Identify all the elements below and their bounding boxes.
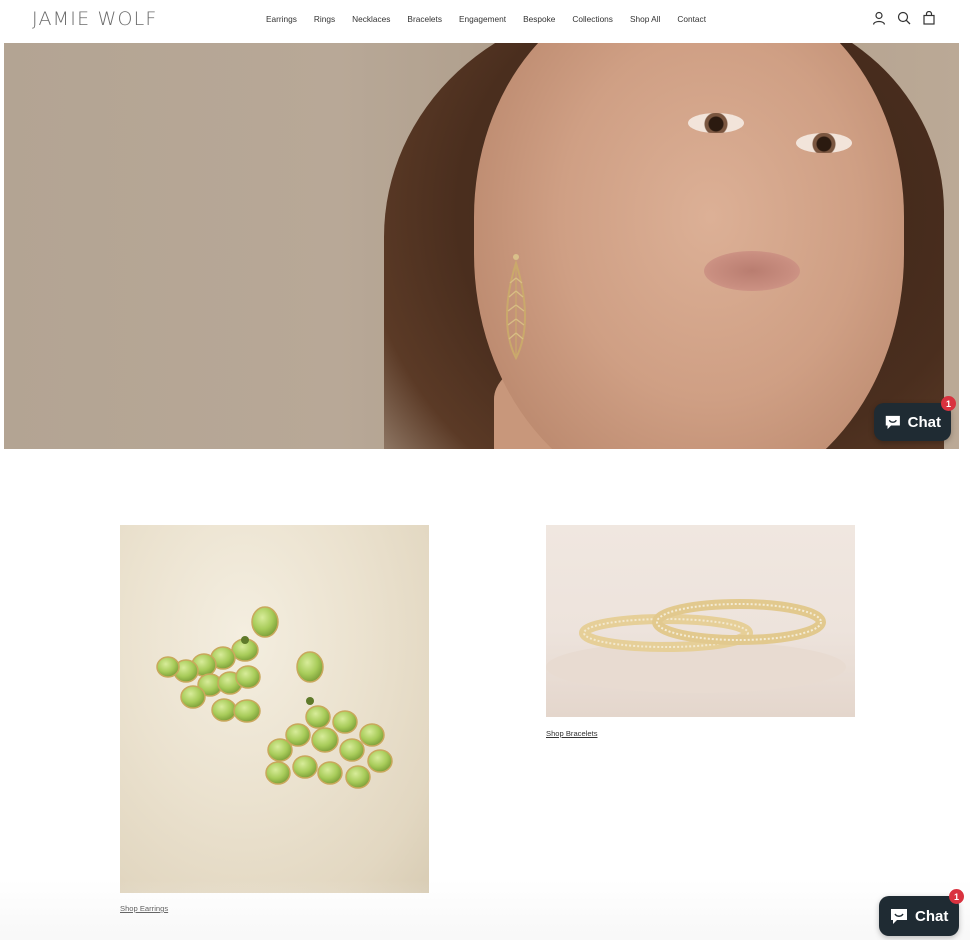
- chat-bubble-icon: [891, 909, 907, 924]
- shop-earrings-link[interactable]: Shop Earrings: [120, 904, 168, 913]
- chat-label: Chat: [907, 413, 941, 431]
- earrings-illustration: [156, 606, 393, 789]
- chat-button[interactable]: Chat 1: [874, 396, 956, 441]
- product-image-earrings[interactable]: [120, 525, 429, 893]
- site-header: JAMIE WOLF Earrings Rings Necklaces Brac…: [0, 0, 970, 43]
- hero-lips: [704, 251, 800, 291]
- site-logo[interactable]: JAMIE WOLF: [32, 8, 158, 30]
- chat-badge: 1: [941, 396, 956, 411]
- nav-necklaces[interactable]: Necklaces: [352, 14, 390, 24]
- hero-face: [474, 43, 904, 449]
- chat-button-floating[interactable]: Chat 1: [879, 889, 964, 936]
- nav-collections[interactable]: Collections: [572, 14, 613, 24]
- chat-badge: 1: [949, 889, 964, 904]
- main-nav: Earrings Rings Necklaces Bracelets Engag…: [266, 14, 723, 24]
- hero-eye-left: [688, 113, 744, 133]
- chat-bubble-icon: [885, 415, 900, 430]
- nav-rings[interactable]: Rings: [314, 14, 335, 24]
- chat-label: Chat: [915, 907, 949, 925]
- hero-earring-image: [506, 254, 526, 361]
- hero-eye-right: [796, 133, 852, 153]
- nav-bespoke[interactable]: Bespoke: [523, 14, 555, 24]
- header-icons: [872, 11, 936, 25]
- search-icon[interactable]: [897, 11, 911, 25]
- nav-bracelets[interactable]: Bracelets: [407, 14, 442, 24]
- bracelets-illustration: [546, 599, 846, 693]
- nav-contact[interactable]: Contact: [677, 14, 706, 24]
- hero-banner[interactable]: [4, 43, 959, 449]
- nav-shop-all[interactable]: Shop All: [630, 14, 660, 24]
- shop-bracelets-link[interactable]: Shop Bracelets: [546, 729, 598, 738]
- nav-engagement[interactable]: Engagement: [459, 14, 506, 24]
- nav-earrings[interactable]: Earrings: [266, 14, 297, 24]
- product-image-bracelets[interactable]: [546, 525, 855, 717]
- cart-icon[interactable]: [922, 11, 936, 25]
- account-icon[interactable]: [872, 11, 886, 25]
